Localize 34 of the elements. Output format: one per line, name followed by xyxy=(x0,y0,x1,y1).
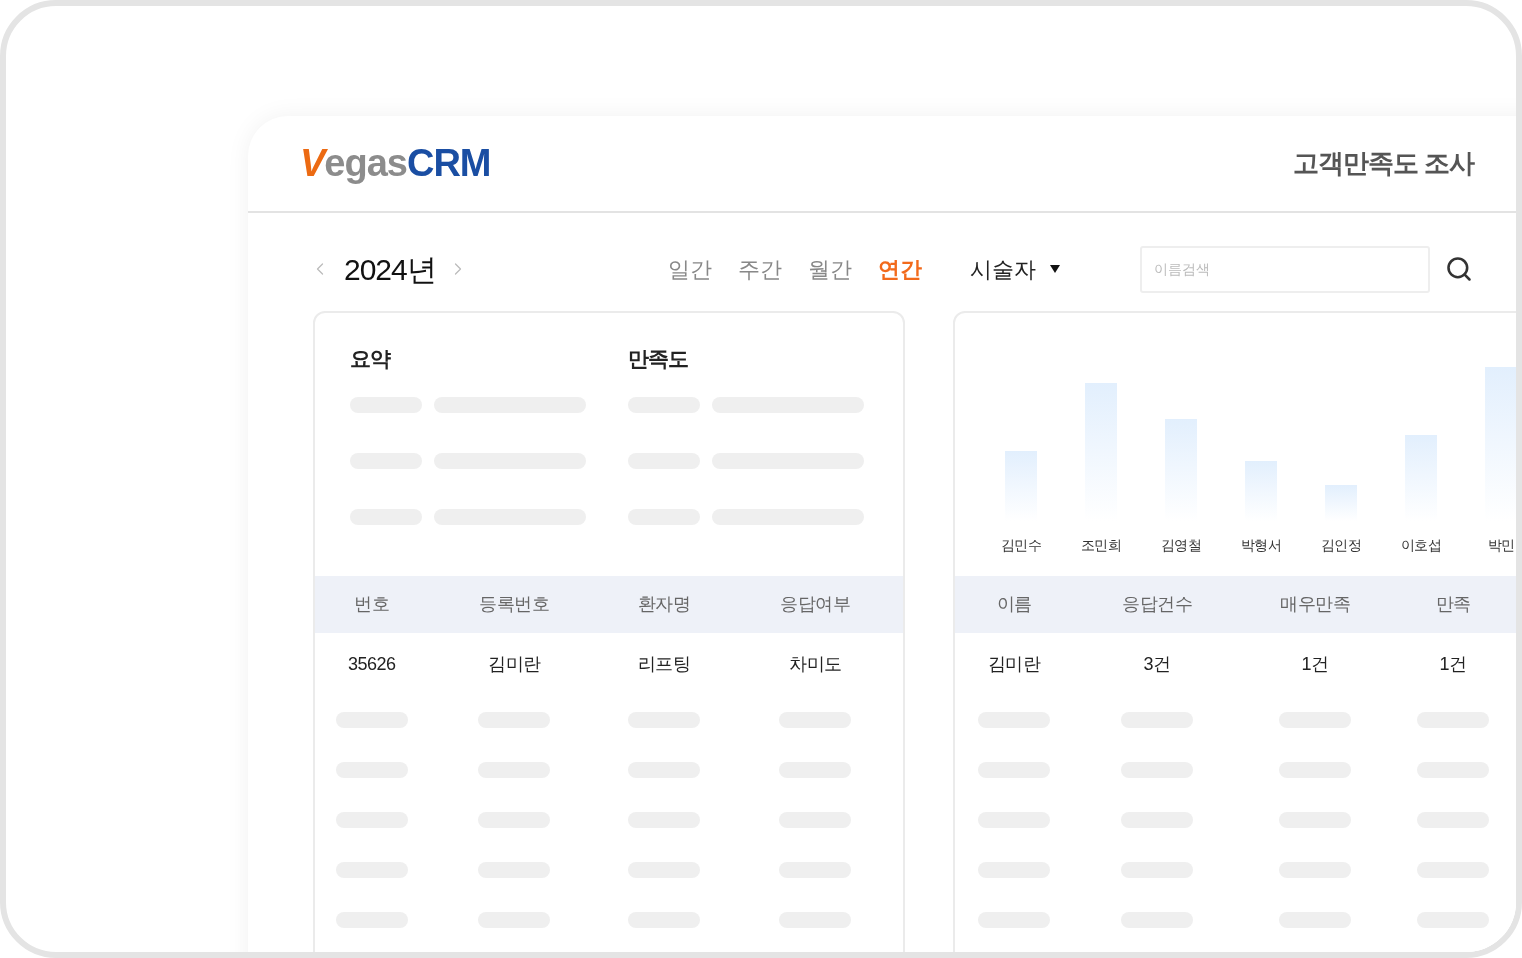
column-header: 응답여부 xyxy=(780,593,851,616)
column-header: 만족 xyxy=(1435,593,1471,616)
bar-label: 김민수 xyxy=(1000,536,1042,555)
bar-label: 김인정 xyxy=(1320,536,1362,555)
period-tab[interactable]: 주간 xyxy=(737,252,782,286)
search-field[interactable]: 이름검색 xyxy=(1139,245,1430,293)
table-cell-text: 김미란 xyxy=(488,652,541,676)
bar-label: 조민희 xyxy=(1080,536,1122,555)
table-cell-text: 1건 xyxy=(1439,652,1467,676)
period-tab[interactable]: 연간 xyxy=(877,252,922,286)
bar-label: 김영철 xyxy=(1160,536,1202,555)
logo: VegasCRM xyxy=(300,141,491,186)
column-header: 이름 xyxy=(996,593,1032,616)
column-header: 환자명 xyxy=(637,593,691,616)
section-heading: 요약 xyxy=(350,346,392,372)
column-header: 응답건수 xyxy=(1122,593,1192,616)
bar-label: 박형서 xyxy=(1240,536,1282,555)
period-tab[interactable]: 일간 xyxy=(667,252,712,286)
table-cell-text: 1건 xyxy=(1301,652,1329,676)
column-header: 등록번호 xyxy=(479,593,550,616)
table-cell-text: 3건 xyxy=(1143,652,1171,676)
year-label: 2024년 xyxy=(344,251,436,288)
column-header: 매우만족 xyxy=(1280,593,1350,616)
table-cell-text: 리프팅 xyxy=(637,652,691,676)
period-tab[interactable]: 월간 xyxy=(807,252,852,286)
bar-label: 박민 xyxy=(1487,536,1515,555)
section-heading: 만족도 xyxy=(628,346,689,372)
table-cell-text: 차미도 xyxy=(789,652,842,676)
column-header: 번호 xyxy=(354,593,390,616)
table-cell-text: 김미란 xyxy=(987,652,1041,676)
bar-label: 이호섭 xyxy=(1400,536,1442,555)
table-cell-text: 35626 xyxy=(348,652,396,676)
page-title: 고객만족도 조사 xyxy=(1292,147,1474,180)
staff-dropdown[interactable]: 시술자 xyxy=(969,252,1060,286)
